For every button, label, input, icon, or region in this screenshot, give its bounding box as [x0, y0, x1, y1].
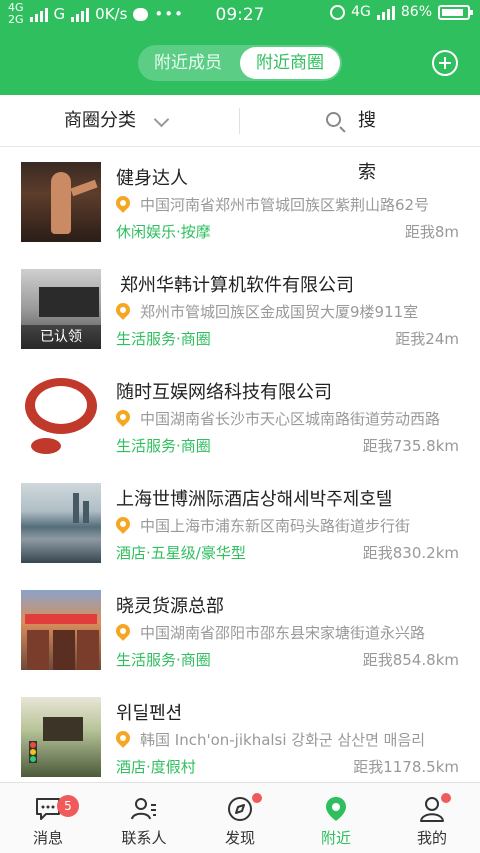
tab-label: 联系人	[121, 829, 167, 847]
battery-percent: 86%	[400, 4, 432, 20]
business-distance: 距我8m	[404, 223, 459, 241]
app-header: 4G 2G G 0K/s ••• 09:27 4G 86% 附近成员 附近商圈	[0, 0, 480, 95]
segmented-control: 附近成员 附近商圈	[138, 45, 342, 81]
chevron-down-icon[interactable]	[153, 111, 170, 128]
tab-nearby-business[interactable]: 附近商圈	[240, 47, 340, 79]
compass-icon	[228, 797, 252, 821]
business-address: 郑州市管城回族区金成国贸大厦9楼911室	[116, 301, 461, 322]
tab-contacts[interactable]: 联系人	[96, 783, 192, 853]
alarm-icon	[330, 4, 346, 20]
category-dropdown[interactable]: 商圈分类	[64, 95, 136, 147]
tab-label: 附近	[320, 829, 351, 847]
claimed-badge: 已认领	[21, 325, 101, 349]
divider	[239, 108, 240, 134]
list-item[interactable]: 已认领 郑州华韩计算机软件有限公司 郑州市管城回族区金成国贸大厦9楼911室 生…	[0, 255, 480, 362]
battery-fill	[442, 8, 463, 16]
signal-icon-3	[376, 4, 395, 20]
tab-label: 消息	[32, 829, 63, 847]
business-title: 健身达人	[116, 168, 188, 189]
address-text: 中国河南省郑州市管城回族区紫荆山路62号	[140, 196, 430, 214]
business-distance: 距我1178.5km	[353, 758, 459, 776]
notification-dot	[252, 793, 262, 803]
business-address: 韩国 Inch'on-jikhalsi 강화군 삼산면 매음리	[116, 729, 461, 750]
bottom-tab-bar: 5 消息 联系人 发现 附近 我的	[0, 782, 480, 853]
business-title: 郑州华韩计算机软件有限公司	[120, 275, 354, 296]
business-distance: 距我830.2km	[362, 544, 459, 562]
business-category: 生活服务·商圈	[116, 330, 211, 348]
address-text: 韩国 Inch'on-jikhalsi 강화군 삼산면 매음리	[140, 731, 426, 749]
list-item[interactable]: 随时互娱网络科技有限公司 中国湖南省长沙市天心区城南路街道劳动西路 生活服务·商…	[0, 362, 480, 469]
business-category: 生活服务·商圈	[116, 437, 211, 455]
business-address: 中国上海市浦东新区南码头路街道步行街	[116, 515, 461, 536]
address-text: 中国上海市浦东新区南码头路街道步行街	[140, 517, 411, 535]
list-item[interactable]: 上海世博洲际酒店상해세박주제호텔 中国上海市浦东新区南码头路街道步行街 酒店·五…	[0, 469, 480, 576]
business-thumbnail	[21, 697, 101, 777]
business-title: 上海世博洲际酒店상해세박주제호텔	[116, 489, 393, 510]
business-thumbnail	[21, 162, 101, 242]
location-pin-icon	[326, 797, 346, 821]
business-category: 休闲娱乐·按摩	[116, 223, 211, 241]
status-right: 4G 86%	[330, 4, 473, 20]
business-category: 酒店·五星级/豪华型	[116, 544, 246, 562]
business-distance: 距我854.8km	[362, 651, 459, 669]
business-thumbnail	[21, 376, 101, 456]
search-icon	[326, 112, 341, 127]
list-item[interactable]: 위딜펜션 韩国 Inch'on-jikhalsi 강화군 삼산면 매음리 酒店·…	[0, 683, 480, 790]
list-item[interactable]: 晓灵货源总部 中国湖南省邵阳市邵东县宋家塘街道永兴路 生活服务·商圈 距我854…	[0, 576, 480, 683]
business-thumbnail: 已认领	[21, 269, 101, 349]
plus-circle-icon[interactable]	[432, 50, 458, 76]
filter-bar: 商圈分类 搜索	[0, 95, 480, 183]
tab-label: 我的	[416, 829, 447, 847]
network-type-right: 4G	[351, 4, 371, 20]
address-text: 中国湖南省邵阳市邵东县宋家塘街道永兴路	[140, 624, 426, 642]
business-thumbnail	[21, 590, 101, 670]
status-bar: 4G 2G G 0K/s ••• 09:27 4G 86%	[0, 0, 480, 32]
business-category: 酒店·度假村	[116, 758, 196, 776]
business-title: 위딜펜션	[116, 703, 183, 724]
tab-me[interactable]: 我的	[384, 783, 480, 853]
address-text: 中国湖南省长沙市天心区城南路街道劳动西路	[140, 410, 441, 428]
business-list: 健身达人 中国河南省郑州市管城回族区紫荆山路62号 休闲娱乐·按摩 距我8m 已…	[0, 148, 480, 790]
tab-discover[interactable]: 发现	[192, 783, 288, 853]
business-address: 中国湖南省长沙市天心区城南路街道劳动西路	[116, 408, 461, 429]
contacts-icon	[131, 798, 156, 820]
tab-label: 发现	[224, 829, 255, 847]
business-thumbnail	[21, 483, 101, 563]
tab-messages[interactable]: 5 消息	[0, 783, 96, 853]
list-item[interactable]: 健身达人 中国河南省郑州市管城回族区紫荆山路62号 休闲娱乐·按摩 距我8m	[0, 148, 480, 255]
business-distance: 距我735.8km	[362, 437, 459, 455]
tab-nearby[interactable]: 附近	[288, 783, 384, 853]
tab-nearby-members[interactable]: 附近成员	[138, 45, 238, 81]
business-address: 中国河南省郑州市管城回族区紫荆山路62号	[116, 194, 461, 215]
battery-icon	[438, 4, 473, 20]
address-text: 郑州市管城回族区金成国贸大厦9楼911室	[140, 303, 419, 321]
business-category: 生活服务·商圈	[116, 651, 211, 669]
business-title: 晓灵货源总部	[116, 596, 224, 617]
business-distance: 距我24m	[395, 330, 459, 348]
notification-dot	[441, 793, 451, 803]
unread-count-badge: 5	[57, 795, 79, 817]
business-title: 随时互娱网络科技有限公司	[116, 382, 332, 403]
business-address: 中国湖南省邵阳市邵东县宋家塘街道永兴路	[116, 622, 461, 643]
